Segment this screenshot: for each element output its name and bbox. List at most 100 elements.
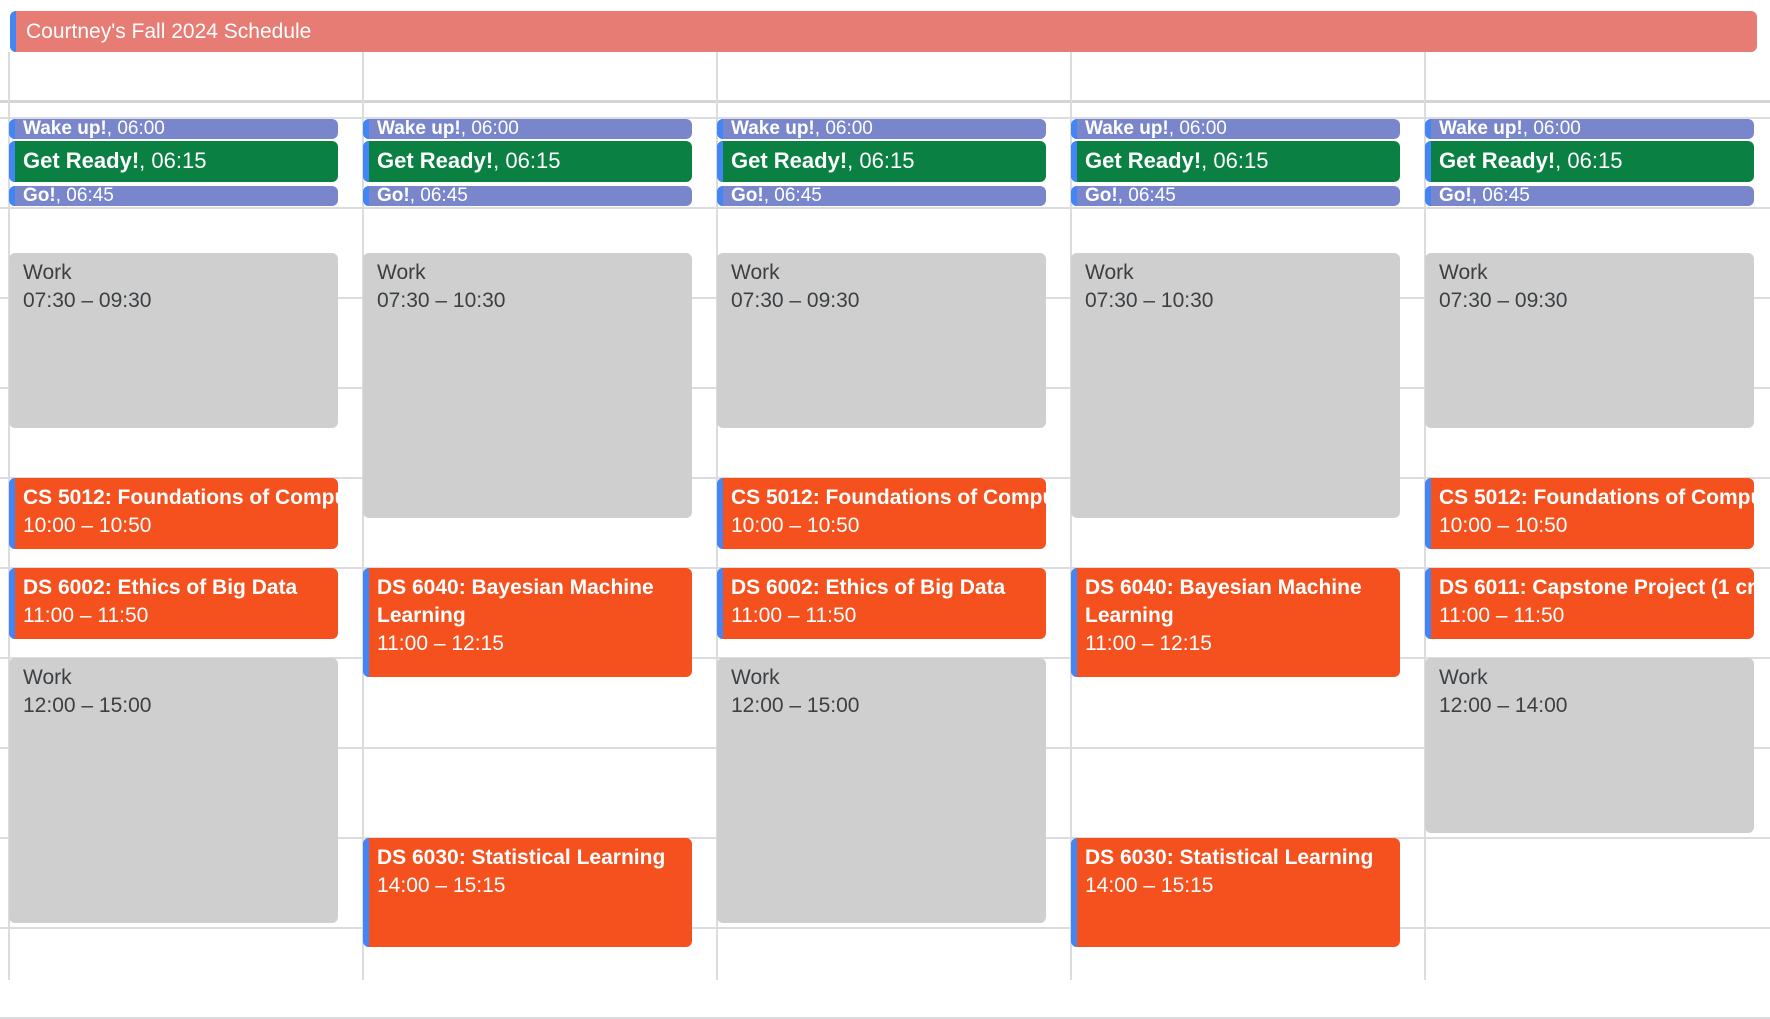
event-time: 14:00 – 15:15 <box>377 874 506 897</box>
event-time: 12:00 – 15:00 <box>23 694 152 717</box>
event-time: 06:45 <box>774 186 822 206</box>
event-separator: , <box>1522 119 1534 139</box>
banner-title: Courtney's Fall 2024 Schedule <box>26 20 312 43</box>
go-reminder-event[interactable]: Go!, 06:45 <box>1425 186 1754 206</box>
work-event[interactable]: Work 12:00 – 14:00 <box>1425 658 1754 833</box>
event-time: 06:00 <box>471 119 519 139</box>
event-title: Go! <box>377 186 410 206</box>
event-time: 06:45 <box>1482 186 1530 206</box>
event-time: 06:00 <box>117 119 165 139</box>
event-time: 07:30 – 09:30 <box>1439 289 1568 312</box>
work-event[interactable]: Work 12:00 – 15:00 <box>9 658 338 923</box>
event-separator: , <box>460 119 472 139</box>
class-event[interactable]: DS 6030: Statistical Learning 14:00 – 15:… <box>363 838 692 947</box>
event-time: 06:00 <box>1179 119 1227 139</box>
work-event[interactable]: Work 07:30 – 10:30 <box>363 253 692 518</box>
event-time: 06:15 <box>859 148 915 173</box>
event-time: 06:15 <box>1213 148 1269 173</box>
event-title: Work <box>1439 666 1488 689</box>
event-time: 11:00 – 11:50 <box>23 604 149 627</box>
work-event[interactable]: Work 07:30 – 10:30 <box>1071 253 1400 518</box>
event-title: DS 6002: Ethics of Big Data <box>23 576 298 599</box>
event-title: Go! <box>1085 186 1118 206</box>
event-separator: , <box>493 148 506 173</box>
event-time: 06:45 <box>1128 186 1176 206</box>
get-ready-event[interactable]: Get Ready!, 06:15 <box>363 141 692 182</box>
get-ready-event[interactable]: Get Ready!, 06:15 <box>1425 141 1754 182</box>
event-time: 06:15 <box>505 148 561 173</box>
event-time: 07:30 – 09:30 <box>731 289 860 312</box>
go-reminder-event[interactable]: Go!, 06:45 <box>717 186 1046 206</box>
class-event[interactable]: DS 6002: Ethics of Big Data 11:00 – 11:50 <box>717 568 1046 639</box>
wake-up-reminder-event[interactable]: Wake up!, 06:00 <box>717 119 1046 139</box>
event-title: Get Ready! <box>1085 148 1202 173</box>
get-ready-event[interactable]: Get Ready!, 06:15 <box>9 141 338 182</box>
class-event[interactable]: CS 5012: Foundations of Computer Science… <box>1425 478 1754 549</box>
go-reminder-event[interactable]: Go!, 06:45 <box>363 186 692 206</box>
event-title: Wake up! <box>1439 119 1523 139</box>
event-time: 12:00 – 15:00 <box>731 694 860 717</box>
class-event[interactable]: DS 6040: Bayesian Machine Learning 11:00 … <box>1071 568 1400 677</box>
class-event[interactable]: DS 6011: Capstone Project (1 credit) 11:0… <box>1425 568 1754 639</box>
event-title: Work <box>23 666 72 689</box>
event-title: Wake up! <box>23 119 107 139</box>
event-time: 14:00 – 15:15 <box>1085 874 1214 897</box>
event-title: DS 6030: Statistical Learning <box>377 846 666 869</box>
work-event[interactable]: Work 07:30 – 09:30 <box>717 253 1046 428</box>
work-event[interactable]: Work 12:00 – 15:00 <box>717 658 1046 923</box>
event-separator: , <box>55 186 67 206</box>
event-title: CS 5012: Foundations of Computer Science <box>23 486 338 509</box>
wake-up-reminder-event[interactable]: Wake up!, 06:00 <box>9 119 338 139</box>
event-separator: , <box>106 119 118 139</box>
event-title: Work <box>23 261 72 284</box>
event-time: 07:30 – 10:30 <box>1085 289 1214 312</box>
event-title: Get Ready! <box>1439 148 1556 173</box>
event-separator: , <box>763 186 775 206</box>
event-title: DS 6030: Statistical Learning <box>1085 846 1374 869</box>
event-time: 06:15 <box>151 148 207 173</box>
event-title: Get Ready! <box>23 148 140 173</box>
hour-gridline <box>0 927 1770 929</box>
event-time: 07:30 – 10:30 <box>377 289 506 312</box>
work-event[interactable]: Work 07:30 – 09:30 <box>9 253 338 428</box>
work-event[interactable]: Work 07:30 – 09:30 <box>1425 253 1754 428</box>
event-title: DS 6011: Capstone Project (1 credit) <box>1439 576 1754 599</box>
class-event[interactable]: CS 5012: Foundations of Computer Science… <box>9 478 338 549</box>
get-ready-event[interactable]: Get Ready!, 06:15 <box>1071 141 1400 182</box>
wake-up-reminder-event[interactable]: Wake up!, 06:00 <box>363 119 692 139</box>
class-event[interactable]: DS 6002: Ethics of Big Data 11:00 – 11:50 <box>9 568 338 639</box>
event-title: Go! <box>731 186 764 206</box>
event-title: Work <box>1085 261 1134 284</box>
class-event[interactable]: DS 6040: Bayesian Machine Learning 11:00 … <box>363 568 692 677</box>
event-time: 11:00 – 11:50 <box>1439 604 1565 627</box>
wake-up-reminder-event[interactable]: Wake up!, 06:00 <box>1425 119 1754 139</box>
all-day-event-banner[interactable]: Courtney's Fall 2024 Schedule <box>10 11 1757 52</box>
event-time: 06:00 <box>825 119 873 139</box>
event-time: 12:00 – 14:00 <box>1439 694 1568 717</box>
class-event[interactable]: CS 5012: Foundations of Computer Science… <box>717 478 1046 549</box>
event-title: Get Ready! <box>377 148 494 173</box>
event-title: CS 5012: Foundations of Computer Science <box>1439 486 1754 509</box>
go-reminder-event[interactable]: Go!, 06:45 <box>1071 186 1400 206</box>
event-title: CS 5012: Foundations of Computer Science <box>731 486 1046 509</box>
all-day-divider <box>0 100 1770 103</box>
event-separator: , <box>847 148 860 173</box>
event-time: 06:15 <box>1567 148 1623 173</box>
wake-up-reminder-event[interactable]: Wake up!, 06:00 <box>1071 119 1400 139</box>
event-title: Wake up! <box>1085 119 1169 139</box>
event-title: Work <box>1439 261 1488 284</box>
go-reminder-event[interactable]: Go!, 06:45 <box>9 186 338 206</box>
get-ready-event[interactable]: Get Ready!, 06:15 <box>717 141 1046 182</box>
event-title: DS 6040: Bayesian Machine Learning <box>377 576 654 627</box>
event-title: Go! <box>1439 186 1472 206</box>
event-title: DS 6002: Ethics of Big Data <box>731 576 1006 599</box>
event-title: Wake up! <box>377 119 461 139</box>
event-time: 11:00 – 12:15 <box>377 632 504 655</box>
event-time: 10:00 – 10:50 <box>1439 514 1568 537</box>
event-title: Wake up! <box>731 119 815 139</box>
event-time: 10:00 – 10:50 <box>23 514 152 537</box>
event-time: 10:00 – 10:50 <box>731 514 860 537</box>
event-time: 07:30 – 09:30 <box>23 289 152 312</box>
event-time: 11:00 – 12:15 <box>1085 632 1212 655</box>
class-event[interactable]: DS 6030: Statistical Learning 14:00 – 15:… <box>1071 838 1400 947</box>
